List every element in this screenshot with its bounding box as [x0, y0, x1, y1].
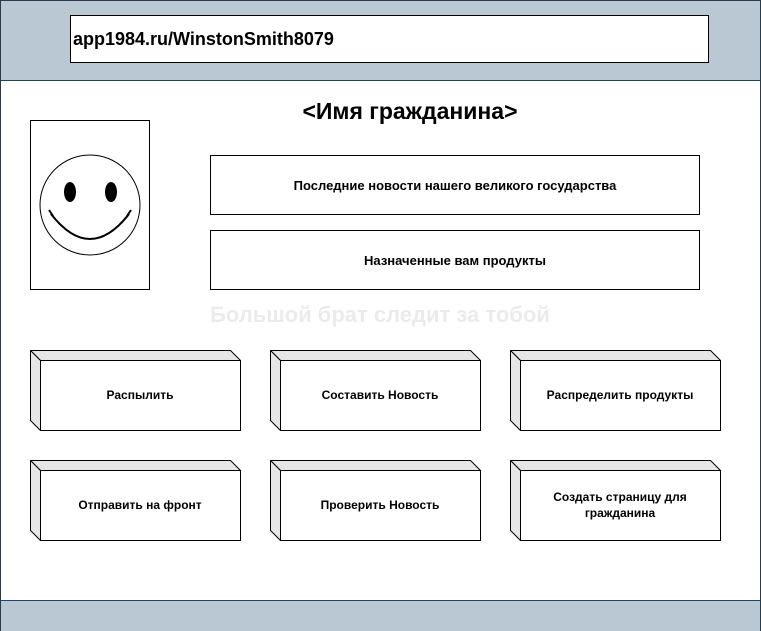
bottom-bar	[1, 600, 760, 631]
compose-news-label: Составить Новость	[321, 387, 439, 402]
address-bar[interactable]: app1984.ru/WinstonSmith8079	[70, 15, 709, 63]
send-to-front-label: Отправить на фронт	[78, 497, 202, 512]
address-bar-url: app1984.ru/WinstonSmith8079	[73, 28, 334, 49]
latest-news-button[interactable]: Последние новости нашего великого госуда…	[210, 155, 700, 215]
distribute-products-label: Распределить продукты	[546, 387, 694, 402]
assigned-products-button[interactable]: Назначенные вам продукты	[210, 230, 700, 290]
check-news-label: Проверить Новость	[320, 497, 440, 512]
smiley-face-icon	[39, 154, 141, 256]
avatar	[30, 120, 150, 290]
send-to-front-button[interactable]: Отправить на фронт	[30, 460, 241, 541]
citizen-name-title: <Имя гражданина>	[302, 98, 518, 124]
distribute-products-button[interactable]: Распределить продукты	[510, 350, 721, 431]
create-citizen-page-button[interactable]: Создать страницу для гражданина	[510, 460, 721, 541]
spray-button[interactable]: Распылить	[30, 350, 241, 431]
create-citizen-page-label: Создать страницу для гражданина	[553, 489, 687, 520]
spray-label: Распылить	[106, 387, 174, 402]
check-news-button[interactable]: Проверить Новость	[270, 460, 481, 541]
compose-news-button[interactable]: Составить Новость	[270, 350, 481, 431]
watermark-text: Большой брат следит за тобой	[210, 302, 550, 327]
